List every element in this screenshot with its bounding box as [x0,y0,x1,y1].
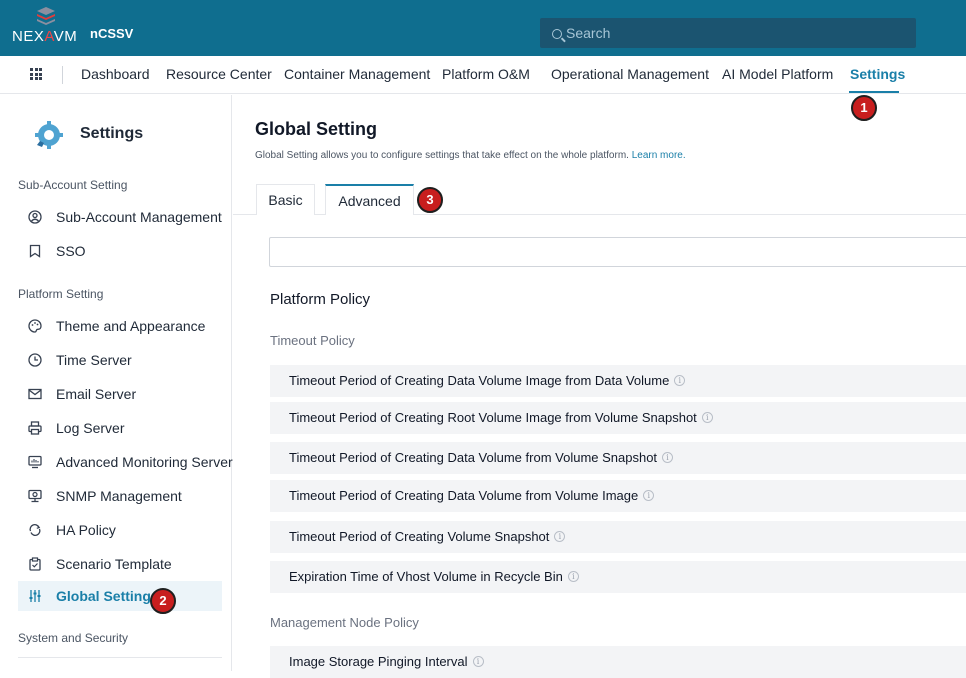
app-grid-icon[interactable] [30,68,42,80]
user-circle-icon [28,210,42,224]
sidebar-item-email-server[interactable]: Email Server [18,379,222,409]
nexavm-logo[interactable]: NEXAVM [12,4,82,52]
page-description: Global Setting allows you to configure s… [255,150,686,161]
policy-label: Image Storage Pinging Interval [289,654,468,669]
page-title: Global Setting [255,119,378,139]
logo-part-1: NEX [12,28,45,45]
palette-icon [28,319,42,333]
sidebar-item-sub-account-management[interactable]: Sub-Account Management [18,202,222,232]
section-title-platform-policy: Platform Policy [270,291,371,308]
sidebar-item-label: Log Server [56,420,125,436]
clock-icon [28,353,42,367]
step-badge-2: 2 [150,588,176,614]
sidebar-item-log-server[interactable]: Log Server [18,413,222,443]
policy-row[interactable]: Timeout Period of Creating Root Volume I… [270,402,966,434]
nav-item-container-management[interactable]: Container Management [284,66,430,82]
main-content: Global Setting Global Setting allows you… [233,95,966,678]
policy-row[interactable]: Timeout Period of Creating Volume Snapsh… [270,521,966,553]
logo-part-3: VM [53,28,78,45]
nav-item-ai-model-platform[interactable]: AI Model Platform [722,66,833,82]
sidebar-item-label: HA Policy [56,522,116,538]
search-icon [552,29,562,39]
top-bar: NEXAVM nCSSV Search [0,0,966,56]
sidebar-item-label: Sub-Account Management [56,209,222,225]
sidebar-item-label: Theme and Appearance [56,318,206,334]
monitor-icon [28,455,42,469]
nav-item-dashboard[interactable]: Dashboard [81,66,150,82]
info-icon[interactable]: i [662,452,674,464]
tab-basic[interactable]: Basic [256,184,315,215]
info-icon[interactable]: i [643,490,655,502]
info-icon[interactable]: i [472,656,484,668]
sidebar-item-label: Global Setting [56,588,151,604]
policy-row[interactable]: Expiration Time of Vhost Volume in Recyc… [270,561,966,593]
logo-part-2: A [44,28,54,45]
policy-label: Timeout Period of Creating Volume Snapsh… [289,529,550,544]
mail-icon [28,388,42,400]
ha-icon [29,524,41,536]
sidebar-item-theme-and-appearance[interactable]: Theme and Appearance [18,311,222,341]
sidebar-item-label: Time Server [56,352,132,368]
clipboard-icon [29,557,41,571]
policy-row[interactable]: Timeout Period of Creating Data Volume I… [270,365,966,397]
policy-label: Expiration Time of Vhost Volume in Recyc… [289,569,563,584]
bookmark-icon [29,244,41,258]
policy-label: Timeout Period of Creating Root Volume I… [289,410,697,425]
sidebar-item-label: Scenario Template [56,556,172,572]
group-system-and-security: System and Security [18,631,129,645]
policy-row[interactable]: Timeout Period of Creating Data Volume f… [270,480,966,512]
nav-item-resource-center[interactable]: Resource Center [166,66,272,82]
sliders-icon [29,590,41,602]
policy-row[interactable]: Timeout Period of Creating Data Volume f… [270,442,966,474]
product-name: nCSSV [90,26,134,41]
sidebar-item-global-setting[interactable]: Global Setting [18,581,222,611]
learn-more-link[interactable]: Learn more. [632,150,686,161]
snmp-icon [28,489,42,503]
policy-label: Timeout Period of Creating Data Volume f… [289,488,639,503]
nav-divider [62,66,63,84]
sidebar-item-label: SSO [56,243,86,259]
tab-advanced[interactable]: Advanced [325,184,414,215]
subsection-timeout-policy: Timeout Policy [270,333,355,348]
layers-logo-icon [37,7,55,25]
filter-input[interactable] [269,237,966,267]
policy-label: Timeout Period of Creating Data Volume f… [289,450,658,465]
policy-row[interactable]: Image Storage Pinging Interval i [270,646,966,678]
description-text: Global Setting allows you to configure s… [255,150,629,161]
group-sub-account-setting: Sub-Account Setting [18,178,128,192]
sidebar-item-scenario-template[interactable]: Scenario Template [18,549,222,579]
sidebar-item-label: Email Server [56,386,137,402]
info-icon[interactable]: i [567,571,579,583]
main-nav: Dashboard Resource Center Container Mana… [0,56,966,94]
active-nav-indicator [849,91,899,93]
nav-item-platform-om[interactable]: Platform O&M [442,66,530,82]
sidebar-item-label: SNMP Management [56,488,182,504]
sidebar-item-sso[interactable]: SSO [18,236,222,266]
nav-item-operational-management[interactable]: Operational Management [551,66,709,82]
nav-item-settings[interactable]: Settings [850,66,905,82]
printer-icon [28,421,42,435]
sidebar-item-time-server[interactable]: Time Server [18,345,222,375]
sidebar-item-advanced-monitoring-server[interactable]: Advanced Monitoring Server [18,447,233,477]
settings-sidebar: Settings Sub-Account Setting Sub-Account… [0,95,233,671]
info-icon[interactable]: i [674,375,686,387]
settings-gear-icon [35,121,63,149]
sidebar-item-snmp-management[interactable]: SNMP Management [18,481,222,511]
sidebar-item-label: Advanced Monitoring Server [56,454,233,470]
subsection-management-node-policy: Management Node Policy [270,615,419,630]
search-input[interactable]: Search [540,18,916,48]
step-badge-3: 3 [417,187,443,213]
info-icon[interactable]: i [554,531,566,543]
info-icon[interactable]: i [701,412,713,424]
sidebar-title: Settings [80,125,144,142]
logo-wordmark: NEXAVM [12,28,77,45]
sidebar-item-ha-policy[interactable]: HA Policy [18,515,222,545]
group-platform-setting: Platform Setting [18,287,104,301]
search-placeholder: Search [566,25,611,41]
sidebar-divider [18,657,222,658]
policy-label: Timeout Period of Creating Data Volume I… [289,373,670,388]
